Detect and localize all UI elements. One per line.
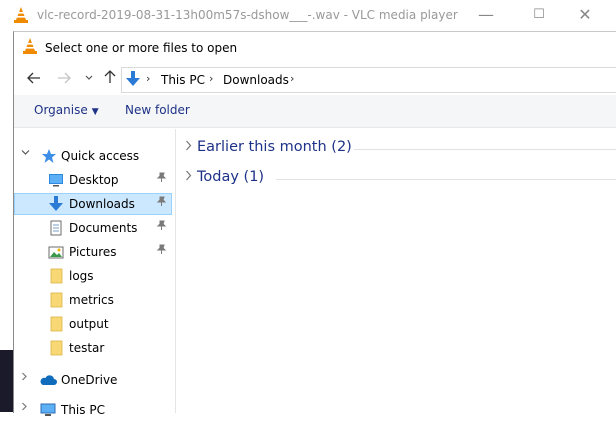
computer-icon [40,402,56,418]
folder-icon [48,340,64,356]
folder-icon [48,292,64,308]
breadcrumb-separator-icon[interactable]: › [209,72,213,85]
nav-item-output[interactable]: output [14,313,172,335]
vlc-window-title: vlc-record-2019-08-31-13h00m57s-dshow___… [37,8,458,22]
star-icon [41,148,57,164]
folder-icon [48,268,64,284]
new-folder-button[interactable]: New folder [125,103,190,117]
chevron-right-icon[interactable] [185,140,192,154]
vlc-titlebar[interactable]: vlc-record-2019-08-31-13h00m57s-dshow___… [0,0,616,30]
pictures-icon [48,244,64,260]
navigation-bar: › This PC › Downloads › [14,65,616,93]
group-today[interactable]: Today (1) [176,168,616,190]
dialog-title: Select one or more files to open [45,41,238,55]
group-label: Today (1) [197,169,265,185]
folder-icon [48,316,64,332]
back-arrow-icon[interactable] [24,69,44,89]
nav-item-label: testar [69,341,105,355]
nav-item-label: output [69,317,109,331]
close-button[interactable]: ✕ [562,0,608,30]
maximize-button[interactable]: ☐ [516,0,562,30]
nav-item-this-pc[interactable]: This PC [14,399,172,421]
nav-item-label: Documents [69,221,138,235]
nav-item-onedrive[interactable]: OneDrive [14,369,172,391]
address-bar[interactable]: › This PC › Downloads › [121,67,616,93]
minimize-button[interactable]: — [463,0,509,30]
vlc-video-area [0,350,13,412]
nav-item-documents[interactable]: Documents [14,217,172,239]
chevron-right-icon[interactable] [21,372,28,384]
recent-locations-chevron-icon[interactable] [82,69,96,89]
pin-icon[interactable] [156,220,167,234]
downloads-icon [48,196,64,212]
dialog-titlebar[interactable]: Select one or more files to open [14,32,616,62]
group-divider [276,179,616,180]
nav-item-testar[interactable]: testar [14,337,172,359]
pin-icon[interactable] [156,196,167,210]
documents-icon [48,220,64,236]
nav-item-pictures[interactable]: Pictures [14,241,172,263]
breadcrumb-separator-icon[interactable]: › [290,72,294,85]
nav-item-logs[interactable]: logs [14,265,172,287]
chevron-right-icon[interactable] [185,170,192,184]
cloud-icon [39,374,57,390]
pin-icon[interactable] [156,244,167,258]
nav-item-label: Pictures [69,245,117,259]
vlc-cone-icon [14,7,28,26]
organise-button[interactable]: Organise ▼ [34,103,99,117]
nav-item-label: logs [69,269,94,283]
quick-access-label: Quick access [61,149,140,163]
up-arrow-icon[interactable] [100,69,120,89]
command-bar: Organise ▼ New folder [14,95,616,128]
group-divider [354,149,616,150]
breadcrumb-separator-icon: › [146,72,151,85]
organise-label: Organise [34,103,88,117]
caret-down-icon: ▼ [91,107,99,117]
nav-item-label: Downloads [69,197,135,211]
nav-item-label: Desktop [69,173,119,187]
desktop-icon [48,172,64,188]
vlc-cone-icon [23,38,37,57]
group-label: Earlier this month (2) [197,139,352,155]
file-open-dialog: Select one or more files to open › This … [13,31,616,417]
breadcrumb-downloads[interactable]: Downloads [223,73,289,87]
group-earlier-this-month[interactable]: Earlier this month (2) [176,138,616,160]
nav-item-label: This PC [61,403,105,417]
file-list: Earlier this month (2) Today (1) [176,129,616,413]
navigation-pane: Quick access Desktop Downloads Documents… [14,129,176,417]
nav-item-metrics[interactable]: metrics [14,289,172,311]
chevron-right-icon[interactable] [21,402,28,414]
pin-icon[interactable] [156,172,167,186]
nav-quick-access[interactable]: Quick access [14,145,172,167]
downloads-icon [126,71,140,90]
breadcrumb-this-pc[interactable]: This PC [161,73,205,87]
forward-arrow-icon[interactable] [54,69,74,89]
nav-item-desktop[interactable]: Desktop [14,169,172,191]
nav-item-label: OneDrive [61,373,118,387]
nav-item-label: metrics [69,293,114,307]
chevron-down-icon[interactable] [21,148,30,159]
nav-item-downloads[interactable]: Downloads [14,193,172,215]
